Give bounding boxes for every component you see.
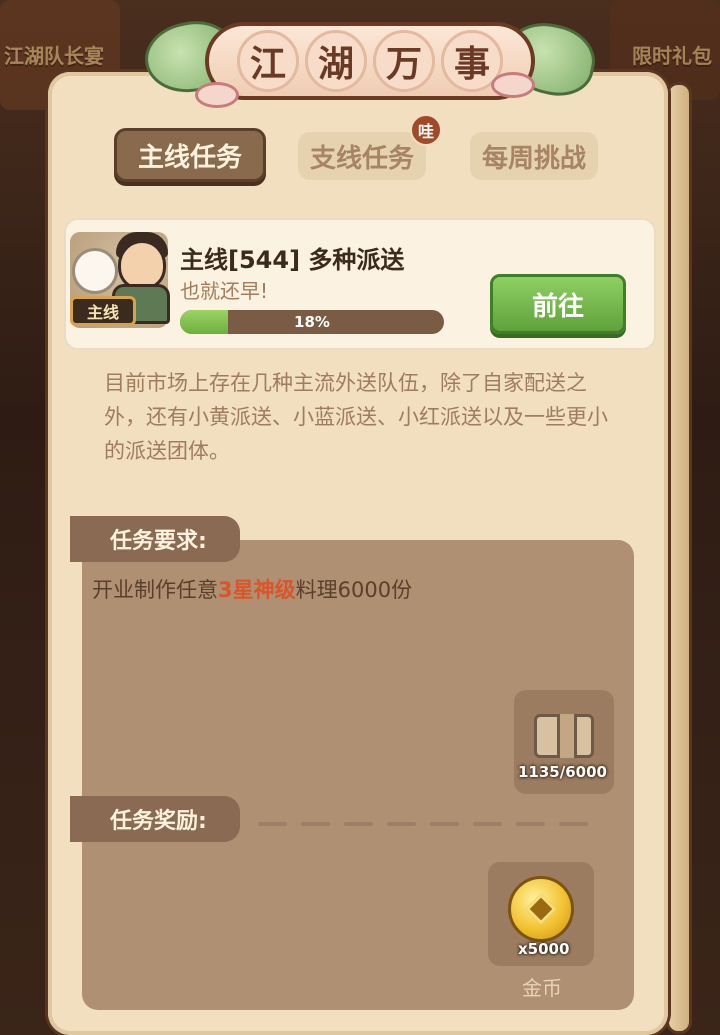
reward-item-name: 金币 bbox=[522, 976, 562, 1000]
requirement-text: 开业制作任意3星神级料理6000份 bbox=[92, 574, 412, 604]
requirement-text-before: 开业制作任意 bbox=[92, 578, 218, 602]
requirement-label: 任务要求: bbox=[70, 516, 240, 562]
progress-label: 18% bbox=[294, 313, 330, 331]
title-char: 万 bbox=[373, 30, 435, 92]
character-face bbox=[118, 240, 166, 290]
title-banner: 江 湖 万 事 bbox=[138, 10, 602, 110]
tab-side-quest[interactable]: 支线任务 bbox=[298, 132, 426, 180]
requirement-highlight: 3星神级 bbox=[218, 578, 296, 602]
scroll-icon bbox=[534, 714, 594, 758]
quest-title: 主线[544] 多种派送 bbox=[180, 246, 405, 274]
page-title: 江 湖 万 事 bbox=[205, 22, 535, 100]
background-right-label: 限时礼包 bbox=[632, 44, 712, 68]
tab-main-quest[interactable]: 主线任务 bbox=[114, 128, 266, 182]
reward-item-count: x5000 bbox=[518, 940, 570, 958]
fishcake-icon bbox=[195, 82, 239, 108]
tab-weekly-challenge[interactable]: 每周挑战 bbox=[470, 132, 598, 180]
quest-subtitle: 也就还早! bbox=[180, 279, 269, 303]
requirement-item-count: 1135/6000 bbox=[518, 763, 607, 781]
quest-progress-bar: 18% bbox=[180, 310, 444, 334]
title-char: 江 bbox=[237, 30, 299, 92]
reward-label: 任务奖励: bbox=[70, 796, 240, 842]
quest-description: 目前市场上存在几种主流外送队伍，除了自家配送之外，还有小黄派送、小蓝派送、小红派… bbox=[104, 371, 608, 463]
new-badge: 哇 bbox=[410, 114, 442, 146]
background-left-label: 江湖队长宴 bbox=[4, 44, 104, 68]
title-char: 湖 bbox=[305, 30, 367, 92]
scroll-roll bbox=[666, 82, 692, 1034]
fishcake-icon bbox=[491, 72, 535, 98]
gold-coin-icon bbox=[508, 876, 574, 942]
divider bbox=[258, 822, 588, 828]
requirement-text-after: 料理6000份 bbox=[295, 578, 413, 602]
go-button[interactable]: 前往 bbox=[490, 274, 626, 334]
main-quest-tag: 主线 bbox=[70, 296, 136, 326]
bowl-icon bbox=[72, 248, 118, 294]
